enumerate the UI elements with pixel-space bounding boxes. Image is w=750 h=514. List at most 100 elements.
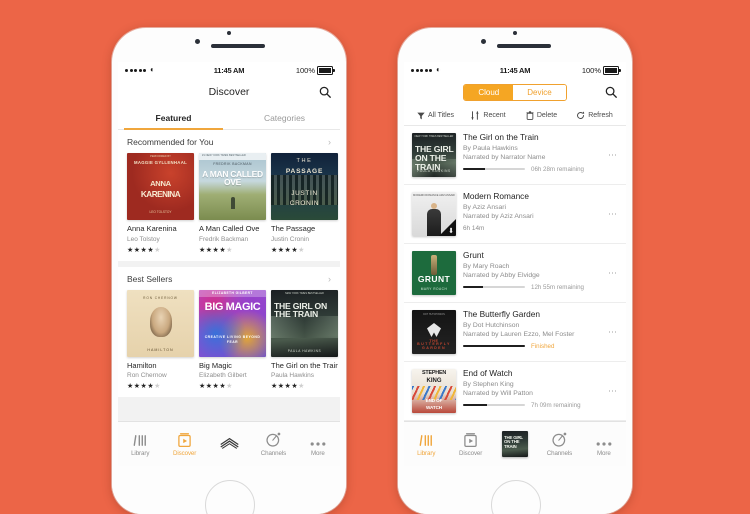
segment-device[interactable]: Device	[513, 84, 566, 100]
tab-channels[interactable]: Channels	[251, 422, 295, 466]
book-card[interactable]: #1 NEW YORK TIMES BESTSELLER FREDRIK BAC…	[199, 153, 266, 254]
filter-all-titles[interactable]: All Titles	[409, 112, 462, 120]
status-bar-right-group: 100%	[530, 65, 621, 75]
overflow-menu-icon[interactable]: ⋯	[608, 268, 618, 279]
cover-banner-text: #1 NEW YORK TIMES BESTSELLER	[202, 154, 246, 157]
tab-featured-label: Featured	[155, 113, 192, 123]
tab-now-playing[interactable]: THE GIRL ON THE TRAIN	[493, 422, 537, 466]
item-remaining: 7h 09m remaining	[531, 401, 581, 409]
list-item[interactable]: NEW YORK TIMES BESTSELLER THE GIRL ON TH…	[404, 126, 626, 185]
cover-line4: WATCH	[426, 405, 442, 410]
item-remaining: 06h 28m remaining	[531, 165, 584, 173]
overflow-menu-icon[interactable]: ⋯	[608, 150, 618, 161]
cover-line2: HAMILTON	[147, 347, 174, 352]
trash-icon	[526, 111, 534, 120]
search-icon[interactable]	[604, 85, 618, 99]
section-header-recommended[interactable]: Recommended for You ›	[118, 130, 340, 153]
tab-featured[interactable]: Featured	[118, 106, 229, 130]
progress-track	[463, 404, 525, 407]
book-title: Hamilton	[127, 361, 157, 370]
channels-icon	[552, 432, 567, 447]
book-card[interactable]: RON CHERNOW HAMILTON Hamilton Ron Cherno…	[127, 289, 194, 391]
wifi-icon: ◐	[150, 65, 155, 74]
tab-categories[interactable]: Categories	[229, 106, 340, 129]
item-progress: Finished	[463, 343, 604, 350]
filter-refresh[interactable]: Refresh	[568, 111, 621, 120]
book-card[interactable]: ELIZABETH GILBERT BIG MAGIC CREATIVE LIV…	[199, 289, 266, 391]
cover-line4: CRONIN	[289, 200, 320, 207]
item-progress: 12h 55m remaining	[463, 284, 604, 291]
book-author: Ron Chernow	[127, 372, 167, 380]
book-title: The Passage	[271, 225, 316, 233]
tab-library[interactable]: Library	[118, 422, 162, 466]
tab-more[interactable]: More	[582, 422, 626, 466]
status-bar-left-group: ◐	[411, 66, 500, 74]
sort-icon	[471, 111, 480, 120]
item-progress: 06h 28m remaining	[463, 166, 604, 173]
cloud-device-segmented-control[interactable]: Cloud Device	[463, 83, 567, 101]
carousel-best-sellers[interactable]: RON CHERNOW HAMILTON Hamilton Ron Cherno…	[118, 289, 340, 398]
earpiece-speaker-icon	[497, 44, 551, 48]
item-duration: 6h 14m	[463, 224, 485, 232]
section-header-best-sellers[interactable]: Best Sellers ›	[118, 266, 340, 290]
phone-left: ◐ 11:45 AM 100% Discover Featured Catego…	[112, 28, 346, 514]
proximity-sensor-icon	[227, 31, 231, 35]
search-icon[interactable]	[318, 85, 332, 99]
cover-line0: NEW YORK TIMES BESTSELLER	[414, 135, 454, 138]
proximity-sensor-icon	[513, 31, 517, 35]
cover-line1: FREDRIK BACKMAN	[213, 162, 252, 166]
cover-line2: MARY ROACH	[420, 287, 448, 291]
list-item-info: Grunt By Mary Roach Narrated by Abby Elv…	[463, 251, 618, 291]
library-list[interactable]: NEW YORK TIMES BESTSELLER THE GIRL ON TH…	[404, 126, 626, 457]
tab-library[interactable]: Library	[404, 422, 448, 466]
chevron-right-icon: ›	[328, 273, 331, 284]
tab-discover[interactable]: Discover	[162, 422, 206, 466]
tab-discover[interactable]: Discover	[448, 422, 492, 466]
home-button[interactable]	[205, 480, 255, 514]
carousel-recommended[interactable]: PERFORMED BY MAGGIE GYLLENHAAL ANNA KARE…	[118, 153, 340, 261]
cover-line1: THE	[296, 158, 313, 164]
tab-more[interactable]: More	[296, 422, 340, 466]
channels-icon	[266, 432, 281, 447]
filter-recent[interactable]: Recent	[462, 111, 515, 120]
earpiece-speaker-icon	[211, 44, 265, 48]
filter-delete[interactable]: Delete	[515, 111, 568, 120]
nav-bar-right: Cloud Device	[404, 78, 626, 106]
book-author: Leo Tolstoy	[127, 235, 160, 243]
tab-audible-logo[interactable]	[207, 422, 251, 466]
book-card[interactable]: THE PASSAGE JUSTIN CRONIN The Passage Ju…	[271, 153, 338, 254]
overflow-menu-icon[interactable]: ⋯	[608, 327, 618, 338]
status-bar-right: ◐ 11:45 AM 100%	[404, 62, 626, 78]
butterfly-icon	[427, 323, 441, 337]
tab-more-label: More	[596, 449, 611, 457]
discover-scroll-area[interactable]: Recommended for You › PERFORMED BY MAGGI…	[118, 130, 340, 466]
list-item[interactable]: GRUNT MARY ROACH Grunt By Mary Roach Nar…	[404, 244, 626, 303]
segment-cloud[interactable]: Cloud	[464, 84, 514, 100]
phone-left-bottom-bezel	[112, 466, 346, 514]
status-bar-time: 11:45 AM	[213, 65, 245, 75]
front-camera-icon	[195, 39, 200, 44]
rating-stars: ★★★★★	[271, 246, 305, 254]
list-item-info: End of Watch By Stephen King Narrated by…	[463, 369, 618, 409]
tab-library-label: Library	[131, 449, 150, 457]
rating-stars: ★★★★★	[199, 383, 233, 391]
status-bar-right-group: 100%	[244, 65, 335, 75]
rating-stars: ★★★★★	[127, 383, 161, 391]
home-button[interactable]	[491, 480, 541, 514]
cover-line2: KING	[426, 378, 442, 384]
book-card[interactable]: PERFORMED BY MAGGIE GYLLENHAAL ANNA KARE…	[127, 153, 194, 254]
book-title: A Man Called Ove	[199, 225, 260, 233]
overflow-menu-icon[interactable]: ⋯	[608, 209, 618, 220]
overflow-menu-icon[interactable]: ⋯	[608, 386, 618, 397]
book-card[interactable]: NEW YORK TIMES BESTSELLER THE GIRL ON TH…	[271, 289, 338, 390]
battery-percent: 100%	[295, 65, 316, 75]
list-item[interactable]: MODERN ROMANCE AZIZ ANSARI ⬇ Modern Roma…	[404, 185, 626, 244]
screenshot-stage: ◐ 11:45 AM 100% Discover Featured Catego…	[0, 0, 750, 514]
discover-tabs: Featured Categories	[118, 106, 340, 130]
tab-discover-label: Discover	[458, 449, 483, 457]
list-item[interactable]: DOT HUTCHINSON THE BUTTERFLY GARDEN The …	[404, 303, 626, 362]
list-item[interactable]: STEPHEN KING END OF WATCH End of Watch B…	[404, 362, 626, 421]
item-narrator: Narrated by Aziz Ansari	[463, 212, 534, 220]
nav-bar-left: Discover	[118, 78, 340, 106]
tab-channels[interactable]: Channels	[537, 422, 581, 466]
